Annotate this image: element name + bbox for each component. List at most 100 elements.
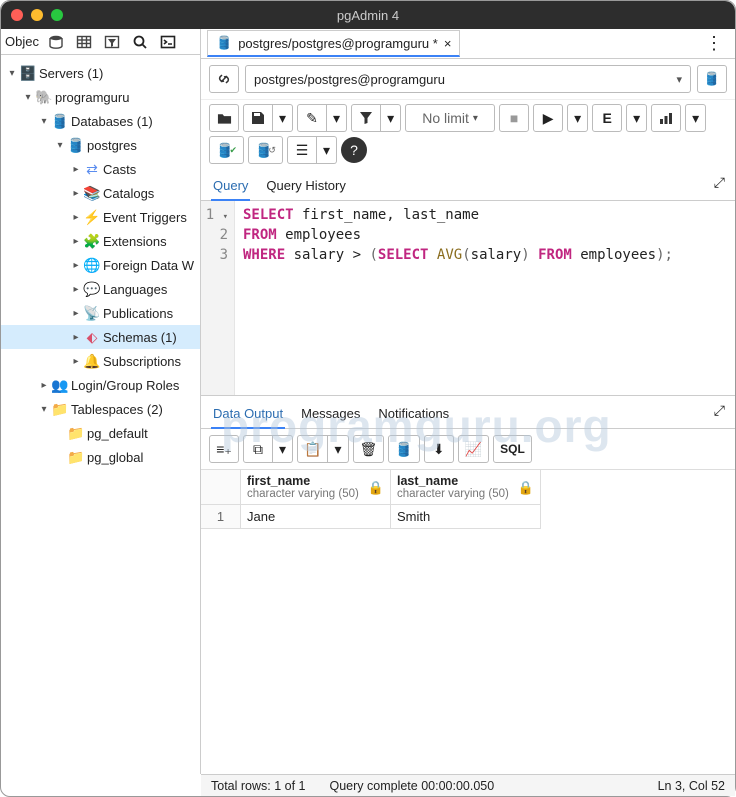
subscriptions-icon: 🔔 xyxy=(83,353,101,370)
commit-button[interactable]: 🛢️✔ xyxy=(209,136,244,164)
cell-first-name[interactable]: Jane xyxy=(241,505,391,529)
terminal-icon[interactable] xyxy=(157,31,179,53)
edit-button[interactable]: ✎ xyxy=(297,104,327,132)
tab-db-icon: 🛢️ xyxy=(216,35,232,51)
tab-close-icon[interactable]: × xyxy=(444,36,452,51)
tab-messages[interactable]: Messages xyxy=(299,402,362,428)
rollback-button[interactable]: 🛢️↺ xyxy=(248,136,283,164)
elephant-icon: 🐘 xyxy=(35,89,53,106)
save-data-button[interactable]: 🛢️ xyxy=(388,435,419,463)
chevron-down-icon: ▾ xyxy=(676,73,682,86)
table-row[interactable]: 1 Jane Smith xyxy=(201,505,735,529)
row-header xyxy=(201,470,241,505)
connection-text: postgres/postgres@programguru xyxy=(254,72,445,87)
tree-subscriptions[interactable]: ▸🔔Subscriptions xyxy=(1,349,200,373)
tree-event-triggers[interactable]: ▸⚡Event Triggers xyxy=(1,205,200,229)
grid-icon[interactable] xyxy=(73,31,95,53)
open-file-button[interactable] xyxy=(209,104,239,132)
copy-dropdown[interactable]: ▾ xyxy=(273,435,293,463)
connection-select[interactable]: postgres/postgres@programguru ▾ xyxy=(245,65,691,93)
tree-languages[interactable]: ▸💬Languages xyxy=(1,277,200,301)
trigger-icon: ⚡ xyxy=(83,209,101,226)
tree-login-roles[interactable]: ▸👥Login/Group Roles xyxy=(1,373,200,397)
explain-button[interactable]: E xyxy=(592,104,622,132)
database-icon: 🛢️ xyxy=(51,113,69,130)
lock-icon: 🔒 xyxy=(518,480,534,496)
tree-db[interactable]: ▾🛢️postgres xyxy=(1,133,200,157)
status-cursor: Ln 3, Col 52 xyxy=(658,779,725,793)
tree-pg-default[interactable]: 📁pg_default xyxy=(1,421,200,445)
database-icon: 🛢️ xyxy=(67,137,85,154)
tree-databases[interactable]: ▾🛢️Databases (1) xyxy=(1,109,200,133)
folder-icon: 📁 xyxy=(67,425,85,442)
search-icon[interactable] xyxy=(129,31,151,53)
schemas-icon: ⬖ xyxy=(83,329,101,346)
column-header-last-name[interactable]: last_name character varying (50) 🔒 xyxy=(391,470,541,505)
sql-editor[interactable]: 1 ▾ 2 3 SELECT first_name, last_name FRO… xyxy=(201,201,735,396)
tree-extensions[interactable]: ▸🧩Extensions xyxy=(1,229,200,253)
paste-button[interactable]: 📋 xyxy=(297,435,328,463)
help-button[interactable]: ? xyxy=(341,137,367,163)
new-connection-button[interactable]: 🛢️ xyxy=(697,65,727,93)
execute-dropdown[interactable]: ▾ xyxy=(567,104,588,132)
add-row-button[interactable]: ≡₊ xyxy=(209,435,239,463)
tree-catalogs[interactable]: ▸📚Catalogs xyxy=(1,181,200,205)
tab-menu[interactable]: ⋮ xyxy=(699,33,729,54)
expand-editor-icon[interactable]: ⤢ xyxy=(714,174,725,200)
stop-button[interactable]: ■ xyxy=(499,104,529,132)
filter-button[interactable] xyxy=(351,104,381,132)
editor-tab[interactable]: 🛢️ postgres/postgres@programguru * × xyxy=(207,30,460,57)
tab-query[interactable]: Query xyxy=(211,174,250,201)
limit-select[interactable]: No limit xyxy=(405,104,495,132)
delete-row-button[interactable]: 🗑 xyxy=(353,435,385,463)
expand-output-icon[interactable]: ⤢ xyxy=(714,402,725,428)
folder-icon: 📁 xyxy=(67,449,85,466)
explain-dropdown[interactable]: ▾ xyxy=(626,104,647,132)
analyze-dropdown[interactable]: ▾ xyxy=(685,104,706,132)
macros-button[interactable]: ☰ xyxy=(287,136,317,164)
tree-tablespaces[interactable]: ▾📁Tablespaces (2) xyxy=(1,397,200,421)
execute-button[interactable]: ▶ xyxy=(533,104,563,132)
column-header-first-name[interactable]: first_name character varying (50) 🔒 xyxy=(241,470,391,505)
edit-dropdown[interactable]: ▾ xyxy=(327,104,347,132)
tab-notifications[interactable]: Notifications xyxy=(376,402,451,428)
object-tree[interactable]: ▾🗄️Servers (1) ▾🐘programguru ▾🛢️Database… xyxy=(1,55,200,774)
catalogs-icon: 📚 xyxy=(83,185,101,202)
servers-icon: 🗄️ xyxy=(19,65,37,82)
roles-icon: 👥 xyxy=(51,377,69,394)
cell-last-name[interactable]: Smith xyxy=(391,505,541,529)
copy-button[interactable]: ⧉ xyxy=(243,435,273,463)
fdw-icon: 🌐 xyxy=(83,257,101,274)
lock-icon: 🔒 xyxy=(368,480,384,496)
tree-schemas[interactable]: ▸⬖Schemas (1) xyxy=(1,325,200,349)
macros-dropdown[interactable]: ▾ xyxy=(317,136,337,164)
status-rows: Total rows: 1 of 1 xyxy=(211,779,306,793)
sql-view-button[interactable]: SQL xyxy=(493,435,532,463)
chart-button[interactable]: 📈 xyxy=(458,435,489,463)
filter-icon[interactable] xyxy=(101,31,123,53)
publications-icon: 📡 xyxy=(83,305,101,322)
titlebar: pgAdmin 4 xyxy=(1,1,735,29)
tree-pg-global[interactable]: 📁pg_global xyxy=(1,445,200,469)
languages-icon: 💬 xyxy=(83,281,101,298)
download-button[interactable]: ⬇ xyxy=(424,435,454,463)
paste-dropdown[interactable]: ▾ xyxy=(328,435,348,463)
save-dropdown[interactable]: ▾ xyxy=(273,104,293,132)
tree-fdw[interactable]: ▸🌐Foreign Data W xyxy=(1,253,200,277)
extensions-icon: 🧩 xyxy=(83,233,101,250)
tree-server[interactable]: ▾🐘programguru xyxy=(1,85,200,109)
filter-dropdown[interactable]: ▾ xyxy=(381,104,401,132)
tab-query-history[interactable]: Query History xyxy=(264,174,347,200)
object-label: Objec xyxy=(5,34,39,49)
db-icon[interactable] xyxy=(45,31,67,53)
tree-publications[interactable]: ▸📡Publications xyxy=(1,301,200,325)
row-index: 1 xyxy=(201,505,241,529)
result-grid[interactable]: first_name character varying (50) 🔒 last… xyxy=(201,469,735,529)
analyze-button[interactable] xyxy=(651,104,681,132)
connection-status-button[interactable] xyxy=(209,65,239,93)
save-button[interactable] xyxy=(243,104,273,132)
tree-servers[interactable]: ▾🗄️Servers (1) xyxy=(1,61,200,85)
tab-data-output[interactable]: Data Output xyxy=(211,402,285,429)
tree-casts[interactable]: ▸⇄Casts xyxy=(1,157,200,181)
window-title: pgAdmin 4 xyxy=(1,8,735,23)
